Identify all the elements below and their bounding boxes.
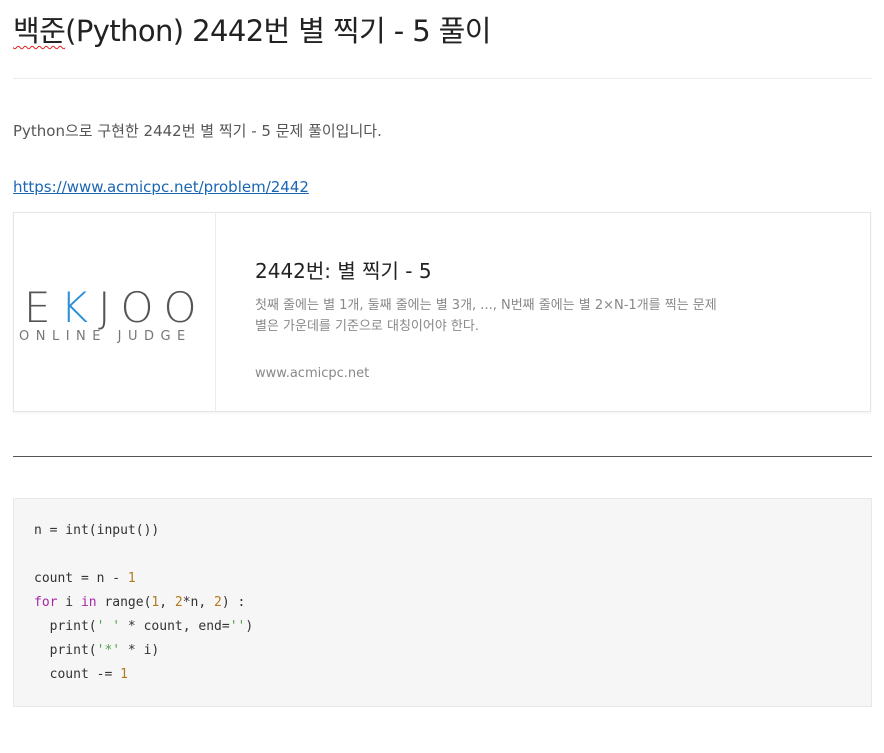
code-line: print(' ' * count, end='')	[34, 619, 254, 634]
code-line: print('*' * i)	[34, 643, 160, 658]
post-title: 백준(Python) 2442번 별 찍기 - 5 풀이	[13, 8, 491, 50]
intro-text: Python으로 구현한 2442번 별 찍기 - 5 문제 풀이입니다.	[13, 122, 382, 140]
problem-link[interactable]: https://www.acmicpc.net/problem/2442	[13, 178, 309, 196]
card-thumbnail: EKJOO ONLINE JUDGE	[14, 213, 216, 411]
content-divider	[13, 456, 872, 457]
code-content: n = int(input()) count = n - 1 for i in ra…	[34, 519, 253, 687]
title-divider	[13, 78, 872, 79]
baekjoon-logo-subtitle: ONLINE JUDGE	[19, 329, 192, 344]
code-line: count -= 1	[34, 667, 128, 682]
code-line: count = n - 1	[34, 571, 136, 586]
code-line: for i in range(1, 2*n, 2) :	[34, 595, 246, 610]
card-description: 첫째 줄에는 별 1개, 둘째 줄에는 별 3개, ..., N번째 줄에는 별…	[255, 298, 717, 334]
link-preview-card[interactable]: EKJOO ONLINE JUDGE 2442번: 별 찍기 - 5 첫째 줄에…	[13, 212, 871, 412]
card-url: www.acmicpc.net	[255, 366, 370, 381]
post-title-prefix: 백준	[13, 14, 66, 48]
card-title[interactable]: 2442번: 별 찍기 - 5	[255, 255, 432, 284]
code-block: n = int(input()) count = n - 1 for i in ra…	[13, 498, 872, 707]
post-title-rest: (Python) 2442번 별 찍기 - 5 풀이	[65, 14, 491, 48]
code-line: n = int(input())	[34, 523, 160, 538]
baekjoon-logo: EKJOO	[24, 283, 207, 332]
